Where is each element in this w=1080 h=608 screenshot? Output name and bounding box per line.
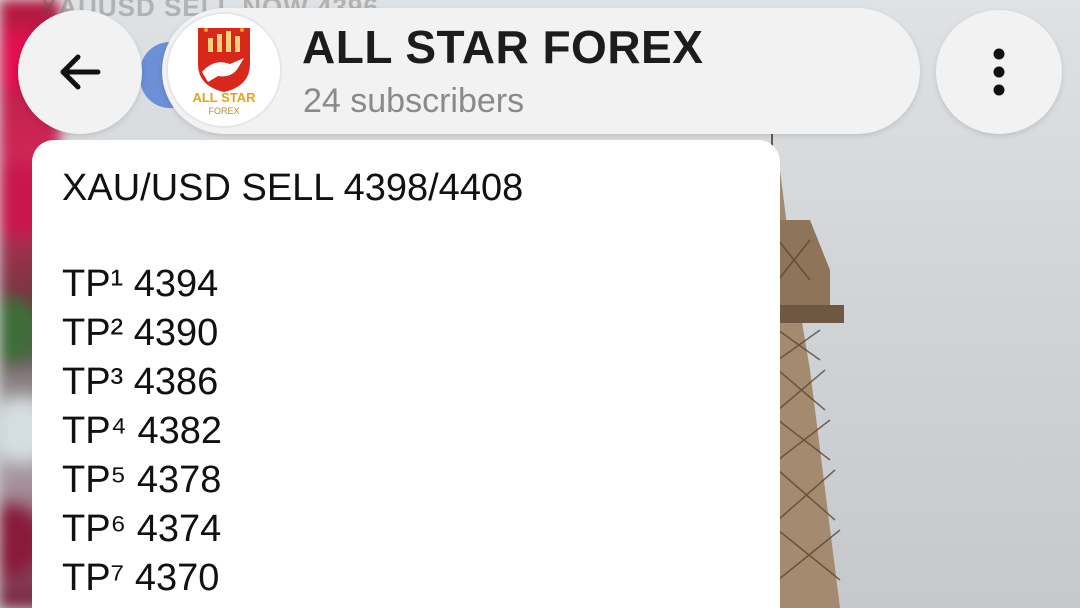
logo-text-secondary: FOREX (208, 106, 240, 116)
logo-text-primary: ALL STAR (192, 90, 256, 105)
channel-avatar[interactable]: ALL STAR FOREX (168, 14, 280, 126)
back-button[interactable] (18, 10, 142, 134)
message-headline: XAU/USD SELL 4398/4408 (62, 167, 524, 209)
wallpaper-eiffel-tower (771, 130, 844, 608)
more-options-button[interactable] (936, 10, 1062, 134)
take-profit-line: TP⁶ 4374 (62, 508, 222, 550)
channel-title[interactable]: ALL STAR FOREX (302, 20, 703, 74)
take-profit-line: TP⁴ 4382 (62, 410, 222, 452)
subscriber-count: 24 subscribers (303, 82, 525, 120)
arrow-left-icon (60, 54, 101, 90)
vertical-dots-icon (993, 48, 1005, 96)
take-profit-line: TP² 4390 (62, 312, 219, 354)
take-profit-line: TP¹ 4394 (62, 263, 219, 305)
take-profit-line: TP⁵ 4378 (62, 459, 222, 501)
take-profit-line: TP³ 4386 (62, 361, 219, 403)
take-profit-line: TP⁷ 4370 (62, 557, 220, 599)
